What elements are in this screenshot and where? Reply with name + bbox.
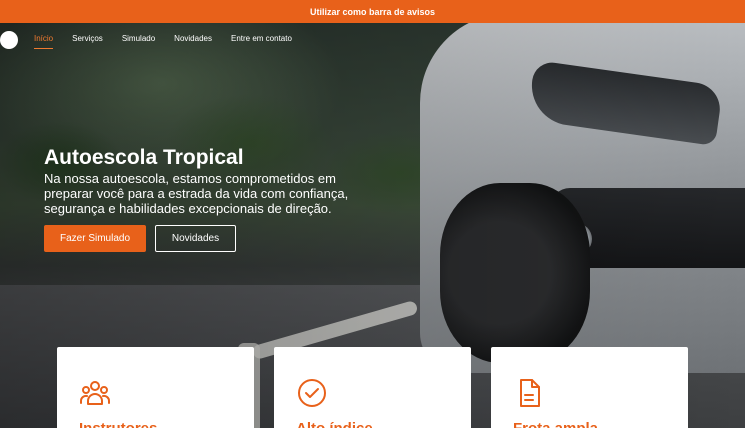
site-logo[interactable] xyxy=(0,31,18,49)
nav-item-novidades[interactable]: Novidades xyxy=(174,34,212,47)
nav-item-servicos[interactable]: Serviços xyxy=(72,34,103,47)
document-icon xyxy=(520,379,540,407)
check-circle-icon xyxy=(298,379,326,407)
novidades-button[interactable]: Novidades xyxy=(155,225,236,252)
card-title: Frota ampla xyxy=(513,420,598,428)
nav-item-inicio[interactable]: Início xyxy=(34,34,54,49)
feature-card-frota[interactable]: Frota ampla xyxy=(491,347,688,428)
hero-description: Na nossa autoescola, estamos comprometid… xyxy=(44,171,349,216)
nav-item-contato[interactable]: Entre em contato xyxy=(231,34,292,47)
nav-item-simulado[interactable]: Simulado xyxy=(122,34,155,47)
fazer-simulado-button[interactable]: Fazer Simulado xyxy=(44,225,146,252)
card-title: Instrutores xyxy=(79,420,157,428)
hero-title: Autoescola Tropical xyxy=(44,146,244,169)
announcement-bar: Utilizar como barra de avisos xyxy=(0,0,745,23)
main-nav: Início Serviços Simulado Novidades Entre… xyxy=(34,34,311,49)
feature-card-alto-indice[interactable]: Alto índice xyxy=(274,347,471,428)
announcement-text: Utilizar como barra de avisos xyxy=(309,6,436,17)
feature-card-instrutores[interactable]: Instrutores xyxy=(57,347,254,428)
card-title: Alto índice xyxy=(296,420,373,428)
users-icon xyxy=(80,381,110,405)
